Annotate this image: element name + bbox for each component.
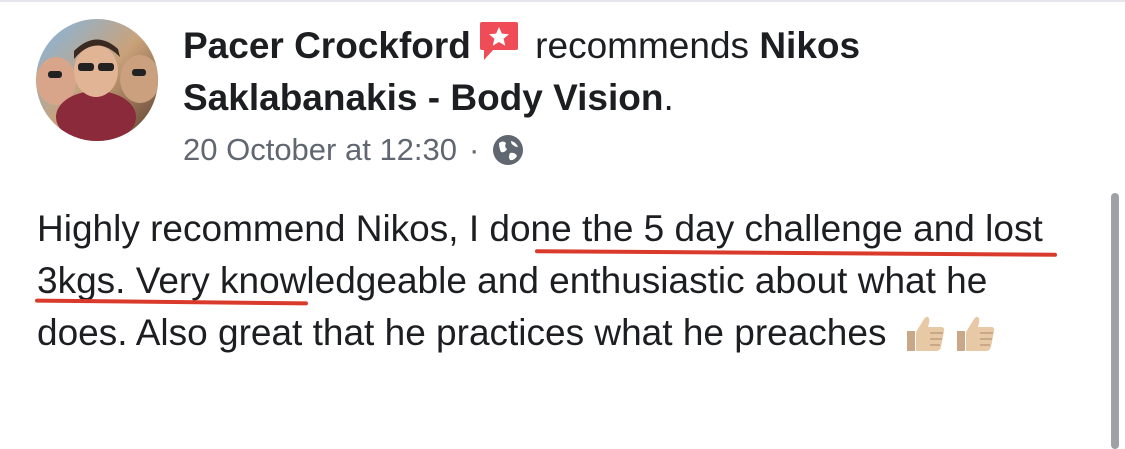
page-name-line1: Nikos <box>759 25 861 66</box>
avatar-photo <box>36 19 158 141</box>
recommend-icon <box>479 20 519 74</box>
top-divider <box>0 0 1125 2</box>
post-body: Highly recommend Nikos, I done the 5 day… <box>37 203 1087 367</box>
page-name-end: . <box>663 77 674 118</box>
post-timestamp[interactable]: 20 October at 12:30 <box>183 128 457 172</box>
recommend-text: recommends <box>524 25 760 66</box>
avatar[interactable] <box>36 19 158 141</box>
page-name-line2: Saklabanakis - Body Vision <box>183 77 664 118</box>
author-name[interactable]: Pacer Crockford <box>183 25 471 66</box>
globe-icon[interactable] <box>491 133 525 167</box>
meta-separator: · <box>469 132 480 167</box>
thumbs-up-icon <box>953 313 997 367</box>
thumbs-up-icon <box>903 313 947 367</box>
scrollbar[interactable] <box>1111 193 1119 449</box>
body-text-part1: Highly recommend Nikos, <box>37 208 469 249</box>
post-meta: 20 October at 12:30 · <box>183 128 525 172</box>
post-header: Pacer Crockford recommends Nikos Saklaban… <box>183 20 1083 122</box>
body-text-part3: Very knowledgeable and enthusiastic abou… <box>37 260 988 353</box>
